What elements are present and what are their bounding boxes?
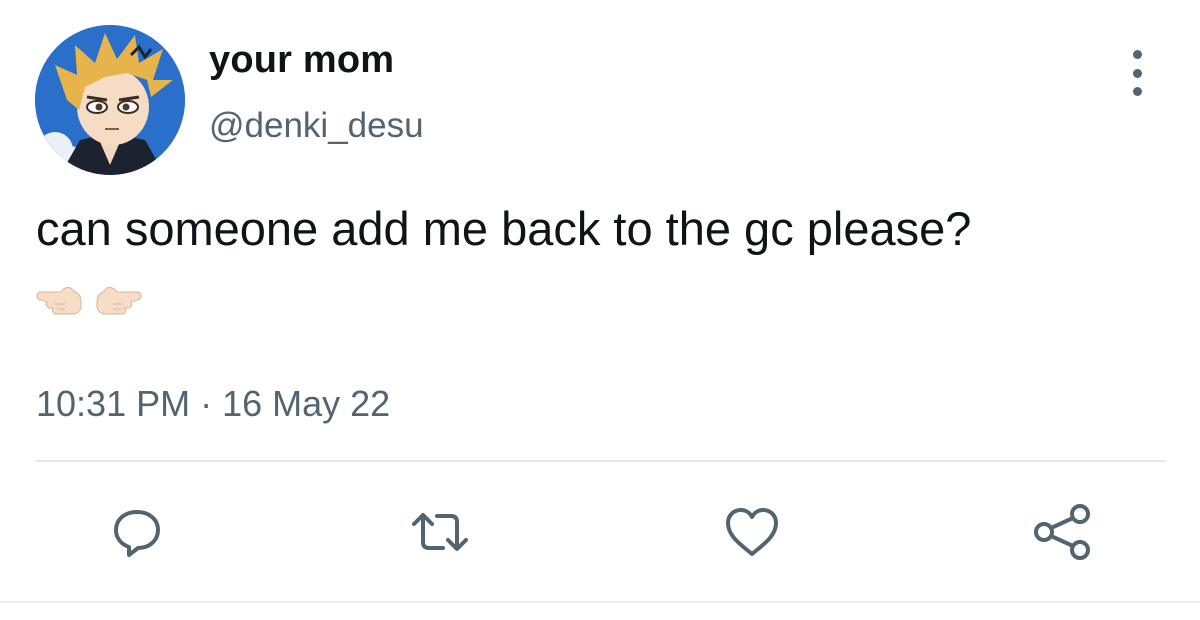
reply-button[interactable] xyxy=(105,500,169,564)
tweet-text: can someone add me back to the gc please… xyxy=(36,202,972,255)
more-options-button[interactable] xyxy=(1122,50,1152,96)
user-handle[interactable]: @denki_desu xyxy=(209,105,424,147)
tweet-card: your mom @denki_desu can someone add me … xyxy=(0,0,1200,620)
avatar[interactable] xyxy=(35,25,185,175)
like-button[interactable] xyxy=(720,500,784,564)
more-icon-dot xyxy=(1132,68,1142,78)
tweet-timestamp[interactable]: 10:31 PM · 16 May 22 xyxy=(36,382,390,426)
divider xyxy=(36,460,1166,462)
more-icon-dot xyxy=(1132,87,1142,96)
more-icon-dot xyxy=(1132,50,1142,59)
avatar-image xyxy=(35,25,185,175)
retweet-button[interactable] xyxy=(408,500,472,564)
heart-icon xyxy=(726,508,778,556)
bottom-divider xyxy=(0,601,1200,603)
action-bar xyxy=(0,500,1200,564)
share-icon xyxy=(1034,504,1090,560)
display-name[interactable]: your mom xyxy=(209,38,394,82)
comment-icon xyxy=(114,510,160,557)
share-button[interactable] xyxy=(1030,500,1094,564)
finger-pointing-right-emoji xyxy=(96,287,142,315)
emoji-row xyxy=(35,282,143,322)
finger-pointing-left-emoji xyxy=(36,287,82,315)
retweet-icon xyxy=(412,513,468,551)
